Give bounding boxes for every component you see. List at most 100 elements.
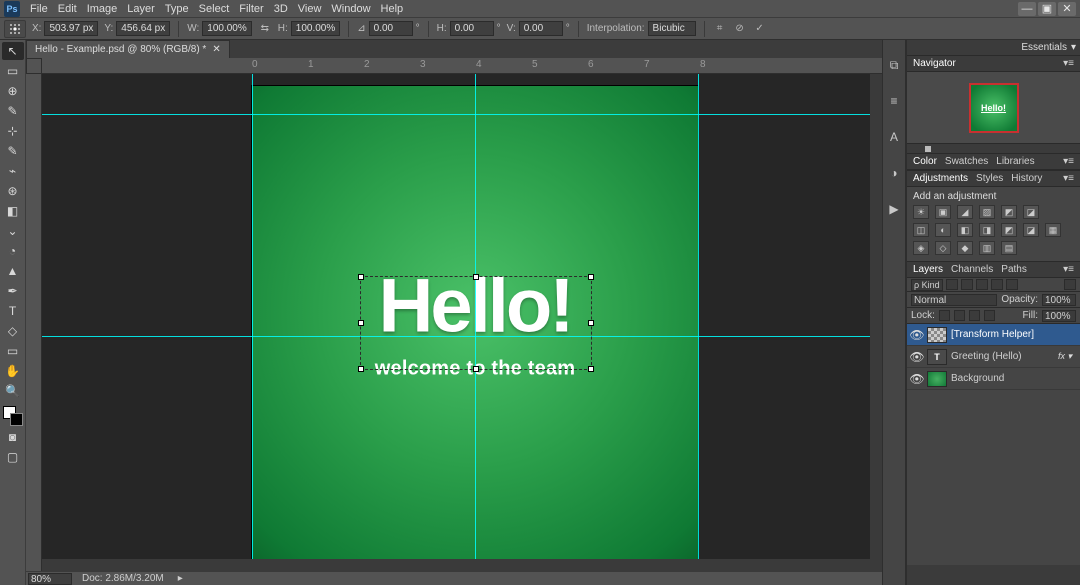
adj-colorbalance-icon[interactable]: ◫ [913,223,929,237]
lock-transparency-icon[interactable] [939,310,950,321]
adj-curves-icon[interactable]: ◢ [957,205,973,219]
properties-panel-icon[interactable]: ≡ [885,92,903,110]
menu-view[interactable]: View [298,3,322,15]
lock-all-icon[interactable] [984,310,995,321]
character-panel-icon[interactable]: A [885,128,903,146]
visibility-eye-icon[interactable]: 👁 [911,350,923,364]
warp-mode-icon[interactable]: ⌗ [713,22,727,36]
zoom-tool[interactable]: 🔍 [2,382,24,400]
tab-navigator[interactable]: Navigator [913,58,956,69]
panel-menu-icon[interactable]: ▾≡ [1063,156,1074,167]
adj-channelmixer-icon[interactable]: ◨ [979,223,995,237]
commit-transform-icon[interactable]: ✓ [753,22,767,36]
visibility-eye-icon[interactable]: 👁 [911,328,923,342]
fill-field[interactable]: 100% [1042,310,1076,322]
adj-photofilter-icon[interactable]: ◧ [957,223,973,237]
history-brush-tool[interactable]: ⌄ [2,222,24,240]
navigator-body[interactable]: Hello! [907,72,1080,144]
brush-tool[interactable]: ⊛ [2,182,24,200]
restore-button[interactable]: ▣ [1038,2,1056,16]
quick-mask-icon[interactable]: ◙ [2,428,24,446]
document-tab[interactable]: Hello - Example.psd @ 80% (RGB/8) * ✕ [26,40,230,58]
tab-libraries[interactable]: Libraries [996,156,1034,167]
minimize-button[interactable]: — [1018,2,1036,16]
layer-row[interactable]: 👁[Transform Helper] [907,324,1080,346]
move-tool[interactable]: ↖ [2,42,24,60]
field-h[interactable]: 100.00% [291,21,340,36]
adj-posterize-icon[interactable]: ▦ [1045,223,1061,237]
menu-edit[interactable]: Edit [58,3,77,15]
tab-swatches[interactable]: Swatches [945,156,988,167]
lasso-tool[interactable]: ⊕ [2,82,24,100]
guide-vertical[interactable] [475,74,476,571]
paragraph-panel-icon[interactable]: ◑ [885,164,903,182]
playback-icon[interactable]: ▸ [178,573,183,584]
menu-filter[interactable]: Filter [239,3,263,15]
ruler-vertical[interactable] [26,74,42,571]
gradient-tool[interactable]: ▲ [2,262,24,280]
scrollbar-horizontal[interactable] [42,559,882,571]
transform-ref-point-icon[interactable] [4,20,26,38]
ruler-horizontal[interactable]: 0 1 2 3 4 5 6 7 8 [42,58,882,74]
pen-tool[interactable]: ✒ [2,282,24,300]
adj-brightness-icon[interactable]: ☀ [913,205,929,219]
scrollbar-vertical[interactable] [870,74,882,559]
filter-smart-icon[interactable] [1006,279,1018,290]
lock-pixels-icon[interactable] [954,310,965,321]
shape-tool[interactable]: ▭ [2,342,24,360]
tab-paths[interactable]: Paths [1001,264,1027,275]
adj-extra2-icon[interactable]: ▤ [1001,241,1017,255]
magic-wand-tool[interactable]: ✎ [2,102,24,120]
color-swatches[interactable] [3,406,23,426]
layer-thumbnail[interactable] [927,371,947,387]
layer-thumbnail[interactable] [927,327,947,343]
adj-hue-icon[interactable]: ◪ [1023,205,1039,219]
layer-filter-kind[interactable]: ρ Kind [911,279,943,291]
menu-select[interactable]: Select [199,3,230,15]
document-tab-close-icon[interactable]: ✕ [212,44,220,55]
adj-extra1-icon[interactable]: ▥ [979,241,995,255]
zoom-field[interactable]: 80% [28,573,72,585]
filter-toggle-icon[interactable] [1064,279,1076,290]
field-interpolation[interactable]: Bicubic [648,21,696,36]
opacity-field[interactable]: 100% [1042,294,1076,306]
screen-mode-icon[interactable]: ▢ [2,448,24,466]
menu-window[interactable]: Window [331,3,370,15]
layer-fx-badge[interactable]: fx ▾ [1058,351,1076,362]
field-y[interactable]: 456.64 px [116,21,170,36]
field-skew-v[interactable]: 0.00 [519,21,563,36]
marquee-tool[interactable]: ▭ [2,62,24,80]
guide-horizontal[interactable] [42,336,882,337]
field-angle[interactable]: 0.00 [369,21,413,36]
adj-invert-icon[interactable]: ◪ [1023,223,1039,237]
menu-file[interactable]: File [30,3,48,15]
tab-color[interactable]: Color [913,156,937,167]
crop-tool[interactable]: ⊹ [2,122,24,140]
hand-tool[interactable]: ✋ [2,362,24,380]
layer-row[interactable]: 👁TGreeting (Hello)fx ▾ [907,346,1080,368]
navigator-zoom-slider[interactable] [907,144,1080,154]
navigator-thumbnail[interactable]: Hello! [969,83,1019,133]
filter-type-icon[interactable] [976,279,988,290]
ruler-origin[interactable] [26,58,42,74]
menu-image[interactable]: Image [87,3,118,15]
eyedropper-tool[interactable]: ✎ [2,142,24,160]
history-panel-icon[interactable]: ⧉ [885,56,903,74]
adj-gradientmap-icon[interactable]: ◇ [935,241,951,255]
menu-help[interactable]: Help [381,3,404,15]
tab-layers[interactable]: Layers [913,264,943,275]
tab-channels[interactable]: Channels [951,264,993,275]
panel-menu-icon[interactable]: ▾≡ [1063,58,1074,69]
panel-menu-icon[interactable]: ▾≡ [1063,264,1074,275]
path-select-tool[interactable]: ◇ [2,322,24,340]
link-wh-icon[interactable]: ⇆ [258,22,272,36]
layer-row[interactable]: 👁Background [907,368,1080,390]
tab-adjustments[interactable]: Adjustments [913,173,968,184]
guide-vertical[interactable] [698,74,699,571]
workspace-switcher[interactable]: Essentials▾ [907,40,1080,56]
type-tool[interactable]: T [2,302,24,320]
guide-horizontal[interactable] [42,114,882,115]
adj-vibrance-icon[interactable]: ◩ [1001,205,1017,219]
clone-stamp-tool[interactable]: ◧ [2,202,24,220]
filter-adjustment-icon[interactable] [961,279,973,290]
